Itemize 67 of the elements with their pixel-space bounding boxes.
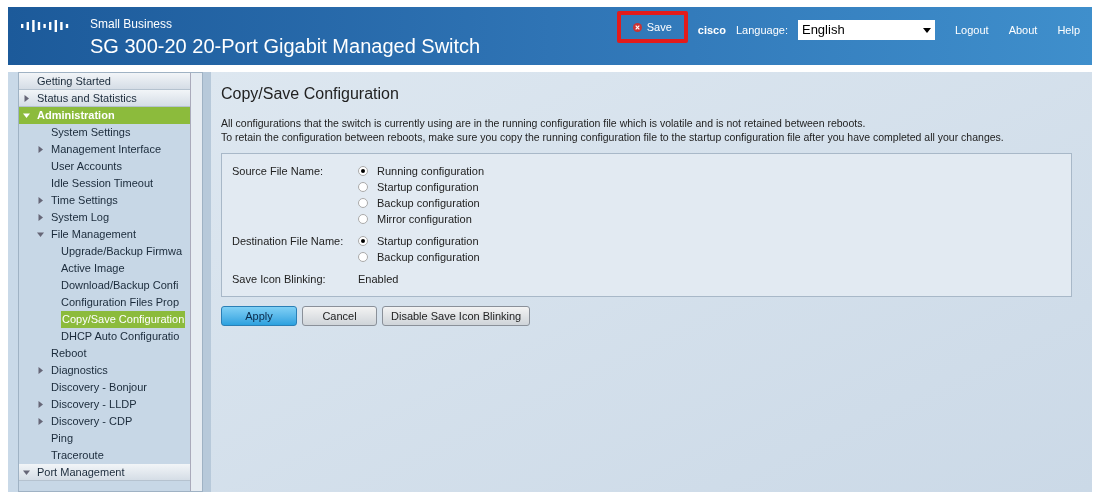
radio-button[interactable]	[358, 198, 368, 208]
caret-right-icon	[37, 367, 44, 374]
nav-item[interactable]: Discovery - LLDP	[19, 396, 190, 413]
radio-option[interactable]: Backup configuration	[358, 195, 485, 211]
field-label: Destination File Name:	[232, 234, 345, 249]
user-name: cisco	[697, 22, 726, 38]
page-title: Copy/Save Configuration	[221, 84, 400, 104]
intro-text: To retain the configuration between reboots, make sure you copy the running configuration file to the startup configuration file after you have completed all your changes.	[221, 130, 1005, 144]
action-button[interactable]: Cancel	[302, 306, 377, 326]
nav-item[interactable]: Status and Statistics	[19, 90, 190, 107]
radio-button[interactable]	[358, 182, 368, 192]
radio-button[interactable]	[358, 252, 368, 262]
header-link[interactable]: Help	[1057, 21, 1080, 39]
nav-item[interactable]: Port Management	[19, 464, 190, 481]
product-title: SG 300-20 20-Port Gigabit Managed Switch	[90, 34, 481, 59]
radio-option[interactable]: Backup configuration	[358, 249, 480, 265]
nav-item[interactable]: Discovery - Bonjour	[19, 379, 190, 396]
nav-item[interactable]: Traceroute	[19, 447, 190, 464]
radio-button[interactable]	[358, 166, 368, 176]
caret-down-icon	[922, 27, 931, 33]
radio-button[interactable]	[358, 236, 368, 246]
nav-item[interactable]: File Management	[19, 226, 190, 243]
caret-right-icon	[23, 94, 30, 102]
action-button[interactable]: Apply	[221, 306, 297, 326]
header-link[interactable]: About	[1008, 21, 1038, 39]
nav-item[interactable]: Download/Backup Confi	[19, 277, 190, 294]
logo-bars-icon	[20, 19, 70, 33]
caret-right-icon	[37, 401, 44, 408]
radio-option[interactable]: Mirror configuration	[358, 211, 485, 227]
caret-down-icon	[37, 231, 44, 238]
field-label: Save Icon Blinking:	[232, 272, 327, 287]
action-button[interactable]: Disable Save Icon Blinking	[382, 306, 531, 326]
language-select[interactable]: English	[797, 20, 935, 40]
brand-line: Small Business	[90, 17, 174, 31]
radio-option[interactable]: Startup configuration	[358, 179, 485, 195]
caret-right-icon	[37, 214, 44, 221]
caret-right-icon	[37, 197, 44, 204]
caret-right-icon	[37, 418, 44, 425]
scrollbar[interactable]	[190, 73, 202, 491]
nav-item[interactable]: Management Interface	[19, 141, 190, 158]
header-link[interactable]: Logout	[954, 21, 989, 39]
caret-right-icon	[37, 146, 44, 153]
nav-item[interactable]: System Settings	[19, 124, 190, 141]
caret-down-icon	[23, 112, 30, 119]
nav-item[interactable]: Getting Started	[19, 73, 190, 90]
nav-item[interactable]: DHCP Auto Configuratio	[19, 328, 190, 345]
save-link[interactable]: Save	[632, 18, 672, 36]
error-icon	[632, 22, 642, 32]
nav-item[interactable]: Ping	[19, 430, 190, 447]
caret-down-icon	[23, 468, 30, 476]
field-label: Source File Name:	[232, 164, 325, 179]
nav-item[interactable]: Upgrade/Backup Firmwa	[19, 243, 190, 260]
nav-item[interactable]: Active Image	[19, 260, 190, 277]
nav-item[interactable]: Diagnostics	[19, 362, 190, 379]
nav-item[interactable]: Time Settings	[19, 192, 190, 209]
nav-item[interactable]: Discovery - CDP	[19, 413, 190, 430]
language-label: Language:	[735, 22, 788, 38]
nav-item[interactable]: Reboot	[19, 345, 190, 362]
nav-item[interactable]: Configuration Files Prop	[19, 294, 190, 311]
nav-item[interactable]: Idle Session Timeout	[19, 175, 190, 192]
radio-button[interactable]	[358, 214, 368, 224]
nav-item[interactable]: User Accounts	[19, 158, 190, 175]
intro-text: All configurations that the switch is currently using are in the running configuration file which is volatile and is not retained between reboots.	[221, 116, 867, 130]
field-value: Enabled	[358, 272, 399, 287]
radio-option[interactable]: Startup configuration	[358, 233, 480, 249]
radio-option[interactable]: Running configuration	[358, 163, 485, 179]
nav-item[interactable]: System Log	[19, 209, 190, 226]
